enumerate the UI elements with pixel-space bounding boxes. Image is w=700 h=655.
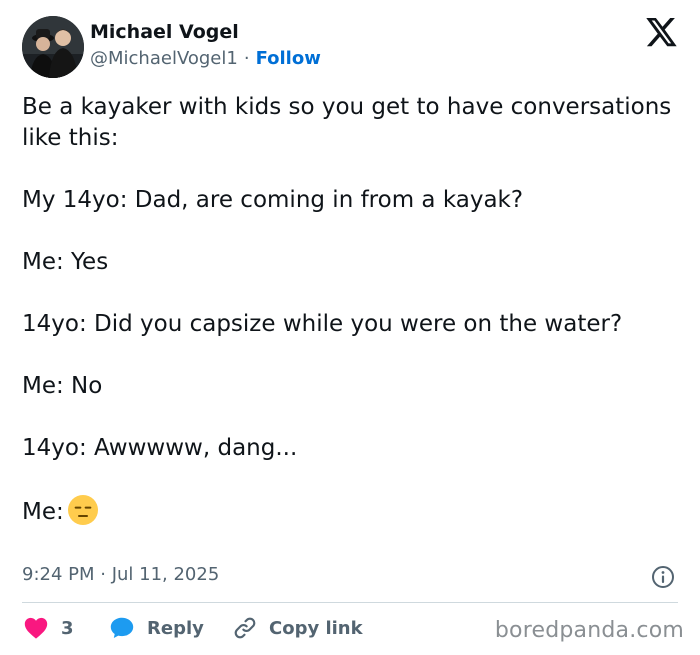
reply-label: Reply <box>147 617 204 639</box>
tweet-paragraph-last: Me: <box>22 495 678 528</box>
avatar-photo <box>22 16 84 78</box>
separator-dot: · <box>243 48 250 69</box>
tweet-timestamp[interactable]: 9:24 PM · Jul 11, 2025 <box>22 564 219 585</box>
like-count: 3 <box>61 617 74 639</box>
tweet-paragraph: 14yo: Awwwww, dang... <box>22 435 298 461</box>
author-name[interactable]: Michael Vogel <box>90 21 239 43</box>
reply-button[interactable]: Reply <box>110 614 204 642</box>
tweet-text: Be a kayaker with kids so you get to hav… <box>22 92 678 528</box>
like-button[interactable]: 3 <box>24 614 74 642</box>
watermark: boredpanda.com <box>494 618 684 643</box>
tweet-card: Michael Vogel @MichaelVogel1 · Follow Be a… <box>0 0 700 655</box>
copy-link-button[interactable]: Copy link <box>232 614 363 642</box>
follow-button[interactable]: Follow <box>256 48 321 69</box>
avatar[interactable] <box>22 16 84 78</box>
expressionless-face-emoji-icon <box>67 495 98 525</box>
tweet-paragraph: Me: No <box>22 373 103 399</box>
author-handle[interactable]: @MichaelVogel1 <box>90 48 238 69</box>
link-icon <box>234 617 256 639</box>
heart-icon <box>24 617 48 639</box>
divider <box>22 602 678 603</box>
author-handle-line: @MichaelVogel1 · Follow <box>90 48 321 69</box>
copy-link-label: Copy link <box>269 617 363 639</box>
tweet-paragraph: 14yo: Did you capsize while you were on … <box>22 311 623 337</box>
x-logo-icon[interactable] <box>646 18 678 47</box>
tweet-paragraph: Be a kayaker with kids so you get to hav… <box>22 94 679 151</box>
info-icon[interactable] <box>651 565 675 589</box>
speech-bubble-icon <box>110 617 134 638</box>
tweet-paragraph-text: Me: <box>22 499 64 525</box>
tweet-paragraph: Me: Yes <box>22 249 109 275</box>
tweet-paragraph: My 14yo: Dad, are coming in from a kayak… <box>22 187 524 213</box>
